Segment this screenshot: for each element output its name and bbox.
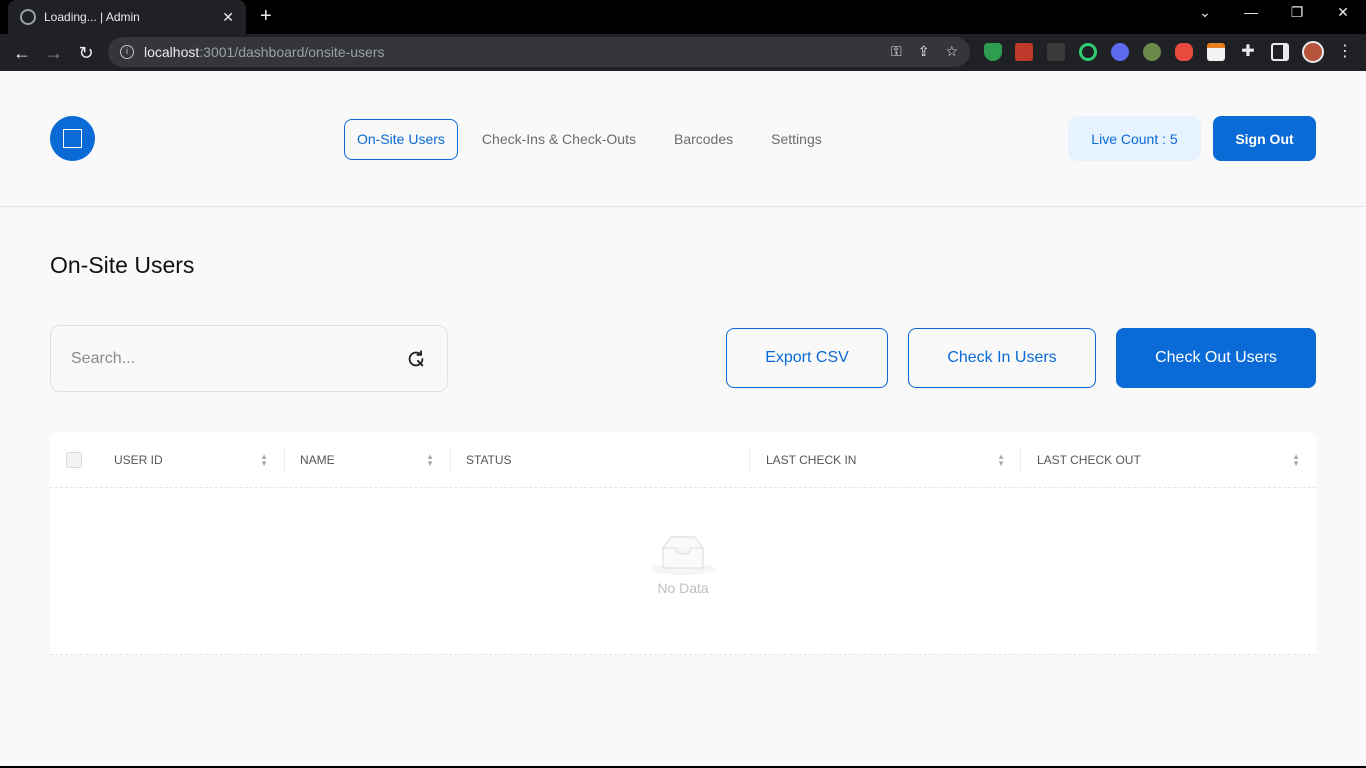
column-header-user-id[interactable]: USER ID ▲ ▼ <box>114 432 284 488</box>
tab-search-icon[interactable]: ⌄ <box>1190 4 1220 21</box>
users-table: USER ID ▲ ▼ NAME ▲ ▼ STATUS LAST CHECK IN … <box>50 432 1316 655</box>
address-bar[interactable]: i localhost:3001/dashboard/onsite-users … <box>108 37 970 67</box>
export-csv-button[interactable]: Export CSV <box>726 328 888 388</box>
puzzle-icon[interactable]: ✚ <box>1239 43 1257 61</box>
forward-icon[interactable]: → <box>42 41 66 65</box>
nav-settings[interactable]: Settings <box>758 119 835 160</box>
url-host: localhost <box>144 44 200 60</box>
extension-icon[interactable] <box>1175 43 1193 61</box>
column-divider <box>1020 448 1021 472</box>
app-header: On-Site Users Check-Ins & Check-Outs Bar… <box>0 71 1366 207</box>
extension-icon[interactable] <box>1111 43 1129 61</box>
empty-state-text: No Data <box>657 580 709 596</box>
new-tab-icon[interactable]: + <box>260 4 272 28</box>
logo[interactable] <box>50 116 95 161</box>
column-header-last-check-out[interactable]: LAST CHECK OUT ▲ ▼ <box>1037 432 1316 488</box>
sort-icon[interactable]: ▲ ▼ <box>1292 453 1300 468</box>
search-box <box>50 325 448 392</box>
search-refresh-icon[interactable] <box>405 348 427 370</box>
close-window-icon[interactable]: ✕ <box>1328 4 1358 21</box>
browser-tab[interactable]: Loading... | Admin ✕ <box>8 0 246 34</box>
check-in-users-button[interactable]: Check In Users <box>908 328 1096 388</box>
avatar[interactable] <box>1302 41 1324 63</box>
extension-icon[interactable] <box>1015 43 1033 61</box>
extension-icon[interactable] <box>1143 43 1161 61</box>
nav-onsite-users[interactable]: On-Site Users <box>344 119 458 160</box>
select-all-checkbox[interactable] <box>66 452 82 468</box>
bookmark-star-icon[interactable]: ☆ <box>945 43 958 60</box>
minimize-icon[interactable]: — <box>1236 4 1266 20</box>
menu-kebab-icon[interactable]: ⋮ <box>1336 43 1354 61</box>
extension-icon[interactable] <box>1079 43 1097 61</box>
column-divider <box>284 448 285 472</box>
sign-out-button[interactable]: Sign Out <box>1213 116 1316 161</box>
browser-tab-bar: Loading... | Admin ✕ + ⌄ — ❐ ✕ <box>0 0 1366 34</box>
tab-title: Loading... | Admin <box>44 10 140 24</box>
sort-icon[interactable]: ▲ ▼ <box>997 453 1005 468</box>
empty-inbox-icon <box>651 536 715 575</box>
shield-extension-icon[interactable] <box>984 43 1002 61</box>
close-tab-icon[interactable]: ✕ <box>222 9 234 26</box>
browser-toolbar: ← → ↻ i localhost:3001/dashboard/onsite-… <box>0 34 1366 71</box>
column-label: NAME <box>300 453 335 467</box>
column-header-status: STATUS <box>466 432 746 488</box>
restore-icon[interactable]: ❐ <box>1282 4 1312 21</box>
logo-square-icon <box>63 129 82 148</box>
reload-icon[interactable]: ↻ <box>74 41 98 65</box>
column-label: USER ID <box>114 453 163 467</box>
column-header-last-check-in[interactable]: LAST CHECK IN ▲ ▼ <box>766 432 1021 488</box>
extension-icon[interactable] <box>1207 43 1225 61</box>
page-title: On-Site Users <box>50 252 195 278</box>
check-out-users-button[interactable]: Check Out Users <box>1116 328 1316 388</box>
sort-icon[interactable]: ▲ ▼ <box>260 453 268 468</box>
column-divider <box>749 448 750 472</box>
site-info-icon[interactable]: i <box>120 45 134 59</box>
extension-icon[interactable] <box>1047 43 1065 61</box>
loading-icon <box>20 9 36 25</box>
main-nav: On-Site Users Check-Ins & Check-Outs Bar… <box>344 119 835 160</box>
back-icon[interactable]: ← <box>10 41 34 65</box>
column-header-name[interactable]: NAME ▲ ▼ <box>300 432 450 488</box>
side-panel-icon[interactable] <box>1271 43 1289 61</box>
app-root: On-Site Users Check-Ins & Check-Outs Bar… <box>0 71 1366 766</box>
column-label: STATUS <box>466 453 512 467</box>
empty-state: No Data <box>50 532 1316 596</box>
sort-icon[interactable]: ▲ ▼ <box>426 453 434 468</box>
search-input[interactable] <box>71 349 405 368</box>
nav-checkins-checkouts[interactable]: Check-Ins & Check-Outs <box>469 119 649 160</box>
column-divider <box>450 448 451 472</box>
table-header: USER ID ▲ ▼ NAME ▲ ▼ STATUS LAST CHECK IN … <box>50 432 1316 488</box>
nav-barcodes[interactable]: Barcodes <box>661 119 746 160</box>
key-icon[interactable]: ⚿ <box>891 43 902 60</box>
live-count-badge: Live Count : 5 <box>1068 116 1201 161</box>
url-path: :3001/dashboard/onsite-users <box>199 44 385 60</box>
column-label: LAST CHECK IN <box>766 453 857 467</box>
share-icon[interactable]: ⇪ <box>918 43 930 60</box>
column-label: LAST CHECK OUT <box>1037 453 1141 467</box>
